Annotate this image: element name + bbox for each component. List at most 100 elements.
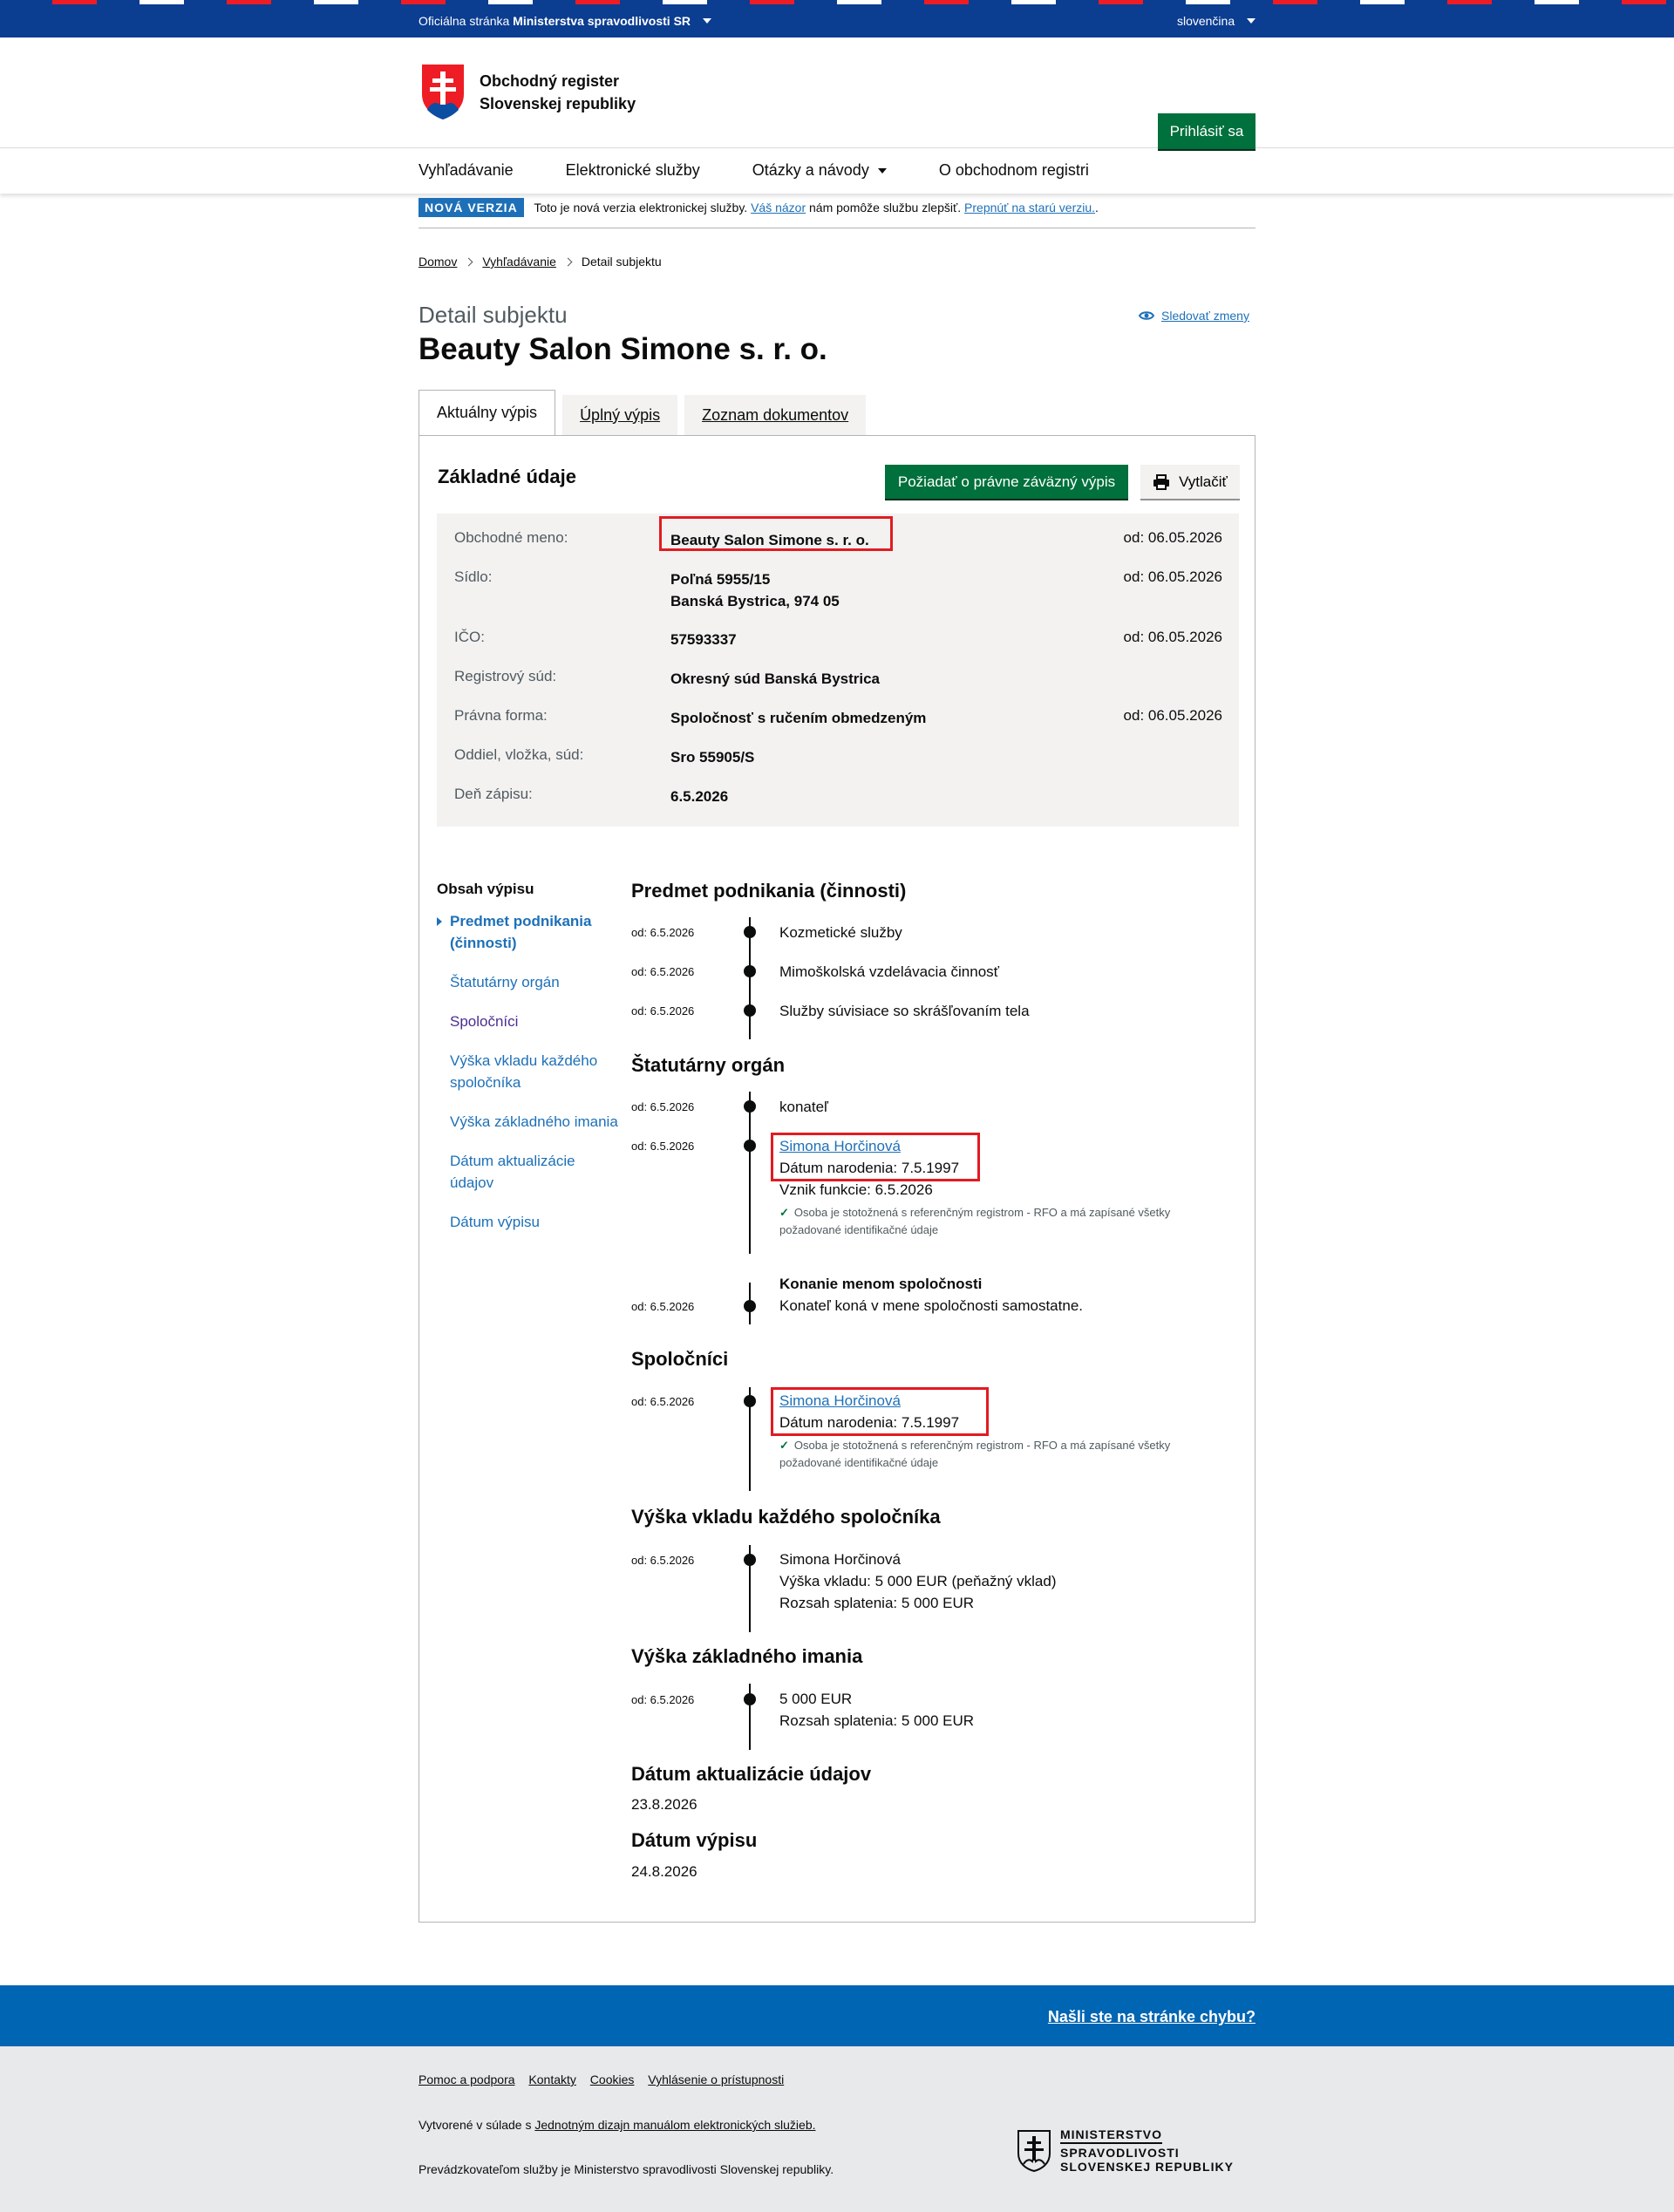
- footer-link-help[interactable]: Pomoc a podpora: [418, 2072, 515, 2086]
- toc-item-contributions[interactable]: Výška vkladu každého spoločníka: [437, 1050, 620, 1093]
- flag-stripe: [1622, 0, 1666, 4]
- footer-link-cookies[interactable]: Cookies: [590, 2072, 635, 2086]
- highlight-box: [771, 1387, 989, 1436]
- flag-stripe: [837, 0, 881, 4]
- flag-stripe: [227, 0, 271, 4]
- checkmark-icon: ✓: [779, 1206, 789, 1219]
- official-site-bar: Oficiálna stránka Ministerstva spravodli…: [0, 0, 1674, 37]
- timeline-line: [749, 1092, 751, 1254]
- request-official-extract-button[interactable]: Požiadať o právne záväzný výpis: [885, 465, 1128, 499]
- flag-stripe: [314, 0, 358, 4]
- chevron-right-icon: [563, 257, 573, 266]
- extract-toc: Obsah výpisu Predmet podnikania (činnost…: [437, 881, 620, 1250]
- tab-panel: Základné údaje Požiadať o právne záväzný…: [418, 435, 1256, 1923]
- report-error-link[interactable]: Našli ste na stránke chybu?: [1048, 2008, 1256, 2026]
- section-update-date-heading: Dátum aktualizácie údajov: [631, 1763, 872, 1785]
- site-footer: Pomoc a podpora Kontakty Cookies Vyhláse…: [0, 2046, 1674, 2212]
- print-button[interactable]: Vytlačiť: [1140, 465, 1240, 499]
- eye-icon: [1139, 311, 1154, 320]
- toc-item-update-date[interactable]: Dátum aktualizácie údajov: [437, 1150, 620, 1194]
- nav-item-search[interactable]: Vyhľadávanie: [418, 161, 514, 180]
- site-logo-link[interactable]: Obchodný register Slovenskej republiky: [418, 61, 636, 124]
- timeline-dot: [744, 1140, 756, 1152]
- flag-stripe: [1447, 0, 1492, 4]
- tab-documents[interactable]: Zoznam dokumentov: [684, 395, 867, 435]
- ministry-logo[interactable]: MINISTERSTVO SPRAVODLIVOSTI SLOVENSKEJ R…: [1017, 2127, 1234, 2174]
- flag-stripe: [1099, 0, 1143, 4]
- flag-stripe: [1360, 0, 1405, 4]
- extract-date-value: 24.8.2026: [631, 1863, 698, 1880]
- toc-item-business-activities[interactable]: Predmet podnikania (činnosti): [437, 910, 620, 954]
- basic-data-table: Obchodné meno: Beauty Salon Simone s. r.…: [437, 514, 1239, 827]
- basic-data-heading: Základné údaje: [438, 466, 576, 487]
- operator-note: Prevádzkovateľom služby je Ministerstvo …: [418, 2162, 834, 2176]
- toc-item-statutory-body[interactable]: Štatutárny orgán: [437, 971, 620, 993]
- chevron-down-icon: [1247, 18, 1256, 24]
- main-navigation: Vyhľadávanie Elektronické služby Otázky …: [0, 148, 1674, 194]
- section-contributions-heading: Výška vkladu každého spoločníka: [631, 1506, 941, 1528]
- new-version-banner: NOVÁ VERZIA Toto je nová verzia elektron…: [418, 198, 1256, 228]
- old-version-link[interactable]: Prepnúť na starú verziu.: [964, 201, 1095, 214]
- language-select[interactable]: slovenčina: [1177, 14, 1256, 28]
- breadcrumb: Domov Vyhľadávanie Detail subjektu: [418, 255, 1256, 269]
- flag-stripe: [488, 0, 533, 4]
- breadcrumb-current: Detail subjektu: [581, 255, 662, 269]
- timeline-dot: [744, 1395, 756, 1407]
- section-statutory-body-heading: Štatutárny orgán: [631, 1054, 786, 1076]
- footer-link-accessibility[interactable]: Vyhlásenie o prístupnosti: [648, 2072, 784, 2086]
- follow-changes-link[interactable]: Sledovať zmeny: [1139, 309, 1249, 323]
- timeline-dot: [744, 926, 756, 938]
- verified-note: ✓ Osoba je stotožnená s referenčným regis…: [779, 1439, 1171, 1469]
- flag-stripe: [1011, 0, 1056, 4]
- breadcrumb-home[interactable]: Domov: [418, 255, 457, 269]
- nav-item-e-services[interactable]: Elektronické služby: [566, 161, 700, 180]
- footer-links: Pomoc a podpora Kontakty Cookies Vyhláse…: [418, 2072, 794, 2086]
- printer-icon: [1153, 473, 1170, 490]
- chevron-right-icon: [464, 257, 473, 266]
- flag-stripe: [140, 0, 184, 4]
- flag-stripe: [1534, 0, 1579, 4]
- activity-item: Kozmetické služby: [779, 924, 902, 941]
- activity-item: Mimoškolská vzdelávacia činnosť: [779, 963, 1000, 980]
- tab-current-extract[interactable]: Aktuálny výpis: [418, 390, 556, 435]
- page-caption: Detail subjektu: [418, 302, 568, 328]
- ministry-crest-icon: [1017, 2129, 1051, 2172]
- footer-link-contacts[interactable]: Kontakty: [528, 2072, 575, 2086]
- timeline-dot: [744, 1554, 756, 1566]
- login-button[interactable]: Prihlásiť sa: [1158, 113, 1256, 149]
- timeline-dot: [744, 1693, 756, 1705]
- flag-stripe: [1273, 0, 1317, 4]
- toc-item-capital[interactable]: Výška základného imania: [437, 1111, 620, 1133]
- section-partners-heading: Spoločníci: [631, 1348, 729, 1370]
- update-date-value: 23.8.2026: [631, 1796, 698, 1813]
- official-site-toggle[interactable]: Oficiálna stránka Ministerstva spravodli…: [418, 14, 711, 28]
- toc-item-extract-date[interactable]: Dátum výpisu: [437, 1211, 620, 1233]
- chevron-down-icon: [877, 168, 887, 174]
- checkmark-icon: ✓: [779, 1439, 789, 1452]
- slovak-coat-of-arms-icon: [419, 62, 466, 123]
- report-error-bar: Našli ste na stránke chybu?: [0, 1985, 1674, 2046]
- breadcrumb-search[interactable]: Vyhľadávanie: [482, 255, 556, 269]
- timeline-dot: [744, 1100, 756, 1113]
- section-business-activities-heading: Predmet podnikania (činnosti): [631, 880, 907, 902]
- page-title: Beauty Salon Simone s. r. o.: [418, 332, 827, 366]
- nav-item-faq[interactable]: Otázky a návody: [752, 161, 887, 180]
- design-manual-note: Vytvorené v súlade s Jednotným dizajn ma…: [418, 2118, 816, 2132]
- flag-stripe: [663, 0, 707, 4]
- new-version-tag: NOVÁ VERZIA: [418, 198, 524, 217]
- highlight-box: [771, 1133, 980, 1181]
- activity-item: Služby súvisiace so skrášľovaním tela: [779, 1003, 1030, 1019]
- chevron-down-icon: [702, 18, 711, 24]
- flag-stripe: [750, 0, 794, 4]
- flag-stripe: [52, 0, 97, 4]
- section-capital-heading: Výška základného imania: [631, 1645, 863, 1667]
- nav-item-about[interactable]: O obchodnom registri: [939, 161, 1089, 180]
- timeline-dot: [744, 965, 756, 977]
- design-manual-link[interactable]: Jednotným dizajn manuálom elektronických…: [534, 2118, 815, 2132]
- tab-full-extract[interactable]: Úplný výpis: [562, 395, 678, 435]
- extract-tabs: Aktuálny výpis Úplný výpis Zoznam dokume…: [418, 390, 1256, 435]
- section-extract-date-heading: Dátum výpisu: [631, 1829, 758, 1851]
- feedback-link[interactable]: Váš názor: [751, 201, 806, 214]
- toc-item-partners[interactable]: Spoločníci: [437, 1011, 620, 1032]
- highlight-box: [659, 516, 893, 551]
